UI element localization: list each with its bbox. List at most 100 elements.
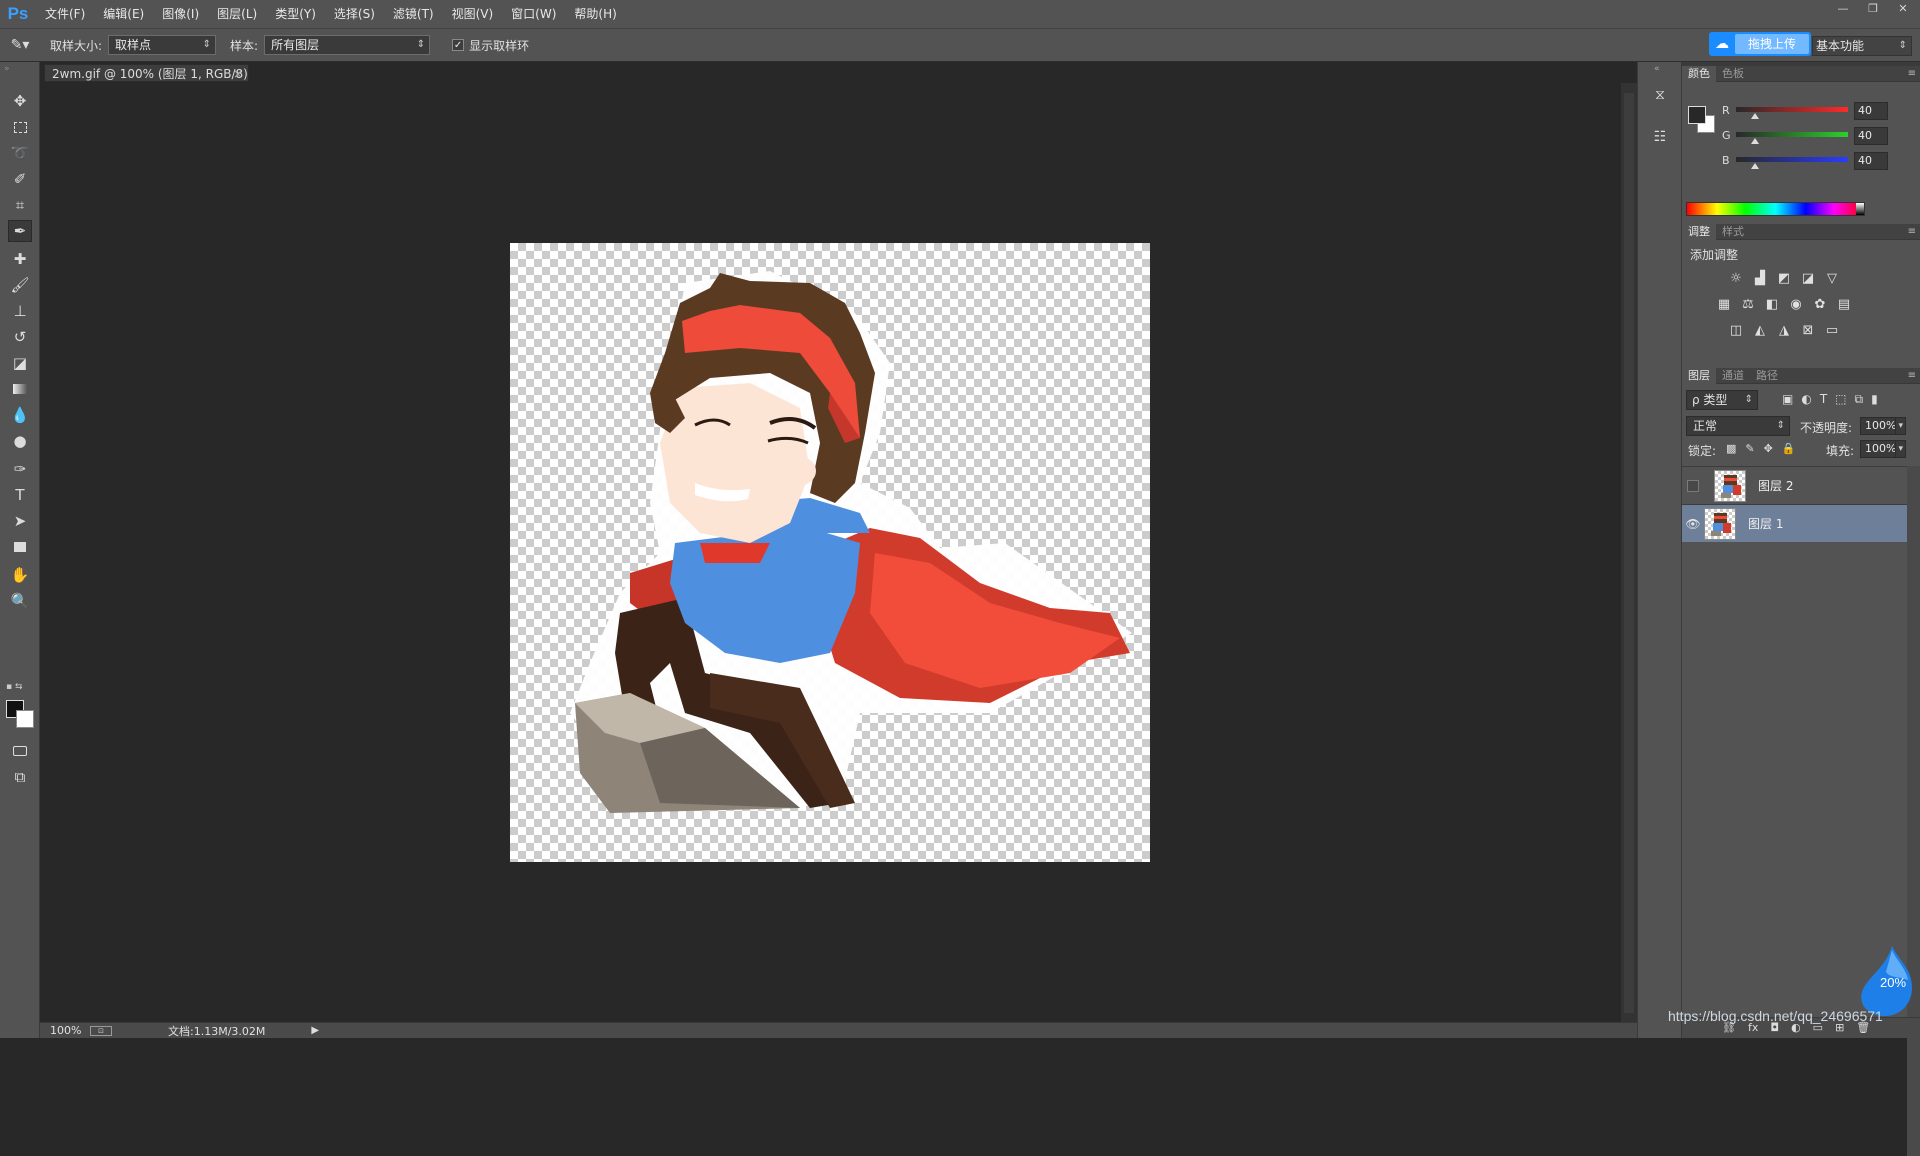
levels-icon[interactable]: ▟	[1752, 270, 1768, 286]
red-track[interactable]	[1736, 107, 1848, 112]
black-white-icon[interactable]: ◧	[1764, 296, 1780, 312]
toolbar-grip[interactable]: »	[4, 64, 10, 74]
layers-scrollbar[interactable]	[1907, 466, 1920, 1156]
threshold-icon[interactable]: ◮	[1776, 322, 1792, 338]
pixel-filter-icon[interactable]: ▣	[1782, 392, 1793, 407]
eye-icon[interactable]: 👁	[1682, 517, 1704, 531]
menu-type[interactable]: 类型(Y)	[266, 0, 325, 28]
stamp-tool-icon[interactable]: ⊥	[8, 300, 32, 322]
layer-name[interactable]: 图层 2	[1758, 477, 1793, 494]
photo-filter-icon[interactable]: ◉	[1788, 296, 1804, 312]
color-spectrum[interactable]	[1686, 202, 1865, 216]
tab-color[interactable]: 颜色	[1682, 65, 1716, 82]
posterize-icon[interactable]: ◭	[1752, 322, 1768, 338]
healing-brush-tool-icon[interactable]: ✚	[8, 248, 32, 270]
invert-icon[interactable]: ◫	[1728, 322, 1744, 338]
dock-collapse-icon[interactable]: «	[1654, 64, 1660, 74]
quick-mask-icon[interactable]	[8, 740, 32, 762]
lock-image-icon[interactable]: ✎	[1745, 442, 1754, 455]
document-canvas[interactable]	[510, 243, 1150, 862]
menu-window[interactable]: 窗口(W)	[502, 0, 565, 28]
hand-tool-icon[interactable]: ✋	[8, 564, 32, 586]
layer-filter-select[interactable]: ρ 类型	[1686, 390, 1758, 410]
vibrance-icon[interactable]: ▽	[1824, 270, 1840, 286]
tab-styles[interactable]: 样式	[1716, 224, 1750, 240]
blue-value[interactable]: 40	[1854, 152, 1888, 170]
lock-all-icon[interactable]: 🔒	[1782, 442, 1796, 455]
type-filter-icon[interactable]: T	[1820, 392, 1827, 407]
tab-channels[interactable]: 通道	[1716, 368, 1750, 384]
channel-mixer-icon[interactable]: ✿	[1812, 296, 1828, 312]
bw-ramp[interactable]	[1856, 203, 1864, 215]
history-panel-icon[interactable]: ⧖	[1648, 84, 1672, 106]
pen-tool-icon[interactable]: ✑	[8, 458, 32, 480]
document-tab[interactable]: 2wm.gif @ 100% (图层 1, RGB/8) ×	[44, 64, 249, 82]
brush-tool-icon[interactable]: 🖌	[8, 274, 32, 296]
blue-track[interactable]	[1736, 157, 1848, 162]
green-value[interactable]: 40	[1854, 127, 1888, 145]
background-color-swatch[interactable]	[16, 710, 34, 728]
default-colors-icon[interactable]: ▪ ⇆	[6, 682, 23, 692]
red-slider[interactable]: R 40	[1722, 102, 1917, 122]
blue-slider[interactable]: B 40	[1722, 152, 1917, 172]
menu-image[interactable]: 图像(I)	[153, 0, 208, 28]
fill-input[interactable]: 100%	[1860, 440, 1906, 458]
color-lookup-icon[interactable]: ▤	[1836, 296, 1852, 312]
screen-mode-icon[interactable]: ⧉	[8, 766, 32, 788]
opacity-input[interactable]: 100%	[1860, 417, 1906, 435]
hue-saturation-icon[interactable]: ▦	[1716, 296, 1732, 312]
restore-button[interactable]: ❐	[1862, 2, 1884, 16]
tab-layers[interactable]: 图层	[1682, 367, 1716, 384]
properties-panel-icon[interactable]: ☷	[1648, 126, 1672, 148]
tab-swatches[interactable]: 色板	[1716, 66, 1750, 82]
eraser-tool-icon[interactable]: ◪	[8, 352, 32, 374]
menu-layer[interactable]: 图层(L)	[208, 0, 266, 28]
dodge-tool-icon[interactable]: ●	[8, 430, 32, 452]
menu-help[interactable]: 帮助(H)	[565, 0, 625, 28]
gradient-tool-icon[interactable]	[8, 378, 32, 400]
sample-select[interactable]: 所有图层	[264, 35, 431, 55]
eyedropper-preset-icon[interactable]: ✎▾	[0, 37, 40, 53]
menu-edit[interactable]: 编辑(E)	[94, 0, 153, 28]
lock-transparent-icon[interactable]: ▩	[1726, 442, 1736, 455]
green-knob[interactable]	[1751, 138, 1759, 144]
minimize-button[interactable]: —	[1832, 2, 1854, 16]
menu-select[interactable]: 选择(S)	[325, 0, 384, 28]
layer-row-1[interactable]: 👁 图层 1	[1682, 504, 1907, 542]
zoom-level[interactable]: 100%	[50, 1024, 90, 1037]
zoom-tool-icon[interactable]: 🔍	[8, 590, 32, 612]
type-tool-icon[interactable]: T	[8, 484, 32, 506]
color-swatches[interactable]	[6, 700, 36, 730]
smart-object-filter-icon[interactable]: ⧉	[1855, 392, 1864, 407]
lock-position-icon[interactable]: ✥	[1764, 442, 1773, 455]
close-window-button[interactable]: ✕	[1892, 2, 1914, 16]
gradient-map-icon[interactable]: ▭	[1824, 322, 1840, 338]
history-brush-tool-icon[interactable]: ↺	[8, 326, 32, 348]
close-document-icon[interactable]: ×	[233, 65, 243, 83]
vertical-scrollbar[interactable]	[1621, 83, 1637, 1022]
eyedropper-tool-icon[interactable]: ✒	[8, 220, 32, 242]
tab-adjustments[interactable]: 调整	[1682, 223, 1716, 240]
marquee-tool-icon[interactable]	[8, 116, 32, 138]
blue-knob[interactable]	[1751, 163, 1759, 169]
exposure-icon[interactable]: ◪	[1800, 270, 1816, 286]
filter-toggle-icon[interactable]: ▮	[1871, 392, 1878, 407]
shape-tool-icon[interactable]	[8, 536, 32, 558]
adjustment-filter-icon[interactable]: ◐	[1801, 392, 1811, 407]
red-value[interactable]: 40	[1854, 102, 1888, 120]
blur-tool-icon[interactable]: 💧	[8, 404, 32, 426]
status-menu-arrow-icon[interactable]: ▶	[311, 1025, 319, 1036]
sample-size-select[interactable]: 取样点	[108, 35, 217, 55]
menu-file[interactable]: 文件(F)	[36, 0, 94, 28]
curves-icon[interactable]: ◩	[1776, 270, 1792, 286]
menu-filter[interactable]: 滤镜(T)	[384, 0, 443, 28]
panel-menu-icon[interactable]: ≡	[1908, 66, 1916, 82]
quick-select-tool-icon[interactable]: ✐	[8, 168, 32, 190]
selective-color-icon[interactable]: ⊠	[1800, 322, 1816, 338]
move-tool-icon[interactable]: ✥	[8, 90, 32, 112]
brightness-icon[interactable]: ☼	[1728, 270, 1744, 286]
panel-menu-icon[interactable]: ≡	[1908, 224, 1916, 240]
blend-mode-select[interactable]: 正常	[1686, 416, 1790, 436]
tab-paths[interactable]: 路径	[1750, 368, 1784, 384]
panel-foreground-swatch[interactable]	[1688, 106, 1706, 124]
